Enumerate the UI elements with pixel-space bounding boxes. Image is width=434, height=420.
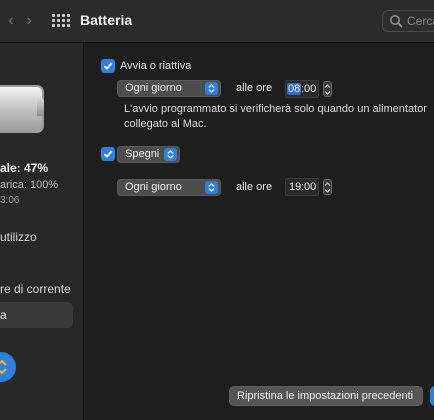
stop-at-label: alle ore [236, 181, 273, 193]
chevron-left-icon[interactable]: ‹ [4, 12, 18, 30]
stop-minute[interactable]: 00 [304, 181, 316, 193]
start-at-label: alle ore [236, 82, 273, 94]
start-time-field[interactable]: 08 : 00 [285, 80, 319, 98]
stop-time-field[interactable]: 19 : 00 [285, 178, 319, 196]
start-frequency-popup[interactable]: Ogni giorno [117, 80, 221, 97]
start-hour[interactable]: 08 [287, 83, 302, 95]
checkmark-icon [103, 62, 113, 70]
sidebar-item-label: a [0, 308, 7, 322]
chevron-right-icon[interactable]: › [22, 12, 36, 30]
battery-level: ale: 47% [0, 161, 49, 175]
sidebar: ale: 47% arica: 100% 3:06 utilizzo re di… [0, 43, 84, 420]
start-checkbox[interactable] [101, 59, 115, 73]
chevrons-icon [0, 360, 7, 374]
search-input[interactable] [407, 13, 434, 29]
start-label: Avvia o riattiva [120, 60, 192, 72]
battery-terminal [37, 98, 44, 116]
popup-arrows-icon [164, 148, 177, 161]
window-title: Batteria [80, 12, 133, 28]
toolbar: ‹ › Batteria [0, 0, 434, 43]
stop-action-popup[interactable]: Spegni [117, 146, 180, 163]
stop-frequency-value: Ogni giorno [125, 181, 182, 193]
start-frequency-value: Ogni giorno [125, 82, 182, 94]
sidebar-item-power-adapter[interactable]: re di corrente [0, 282, 71, 296]
stop-frequency-popup[interactable]: Ogni giorno [117, 179, 221, 196]
popup-arrows-icon [205, 181, 218, 194]
start-minute[interactable]: 00 [304, 83, 316, 95]
checkmark-icon [103, 150, 113, 158]
sidebar-item-schedule[interactable]: a [0, 302, 73, 328]
help-button[interactable] [0, 352, 16, 382]
search-icon [390, 15, 403, 28]
search-field[interactable] [382, 10, 434, 32]
ok-button[interactable] [430, 386, 434, 406]
grid-icon[interactable] [52, 14, 70, 28]
popup-arrows-icon [205, 82, 218, 95]
charge-time: 3:06 [0, 195, 20, 206]
restore-defaults-label: Ripristina le impostazioni precedenti [237, 390, 414, 402]
restore-defaults-button[interactable]: Ripristina le impostazioni precedenti [229, 386, 423, 406]
stop-hour[interactable]: 19 [289, 181, 301, 193]
schedule-note: L'avvio programmato si verificherà solo … [124, 103, 427, 130]
start-time-stepper[interactable] [323, 81, 332, 97]
charge-status: arica: 100% [0, 179, 59, 191]
sidebar-item-usage[interactable]: utilizzo [0, 230, 37, 244]
stop-checkbox[interactable] [101, 147, 115, 161]
stop-time-stepper[interactable] [323, 179, 332, 195]
stop-action-value: Spegni [125, 148, 160, 160]
